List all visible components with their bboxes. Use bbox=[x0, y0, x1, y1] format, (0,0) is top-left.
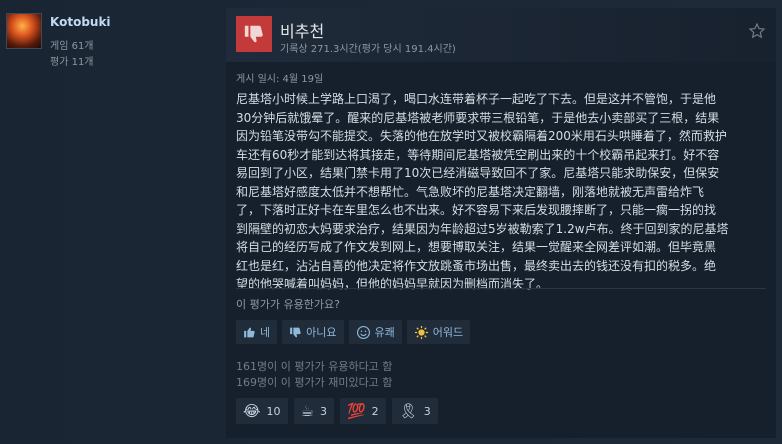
review-line: 到隔壁的初恋大妈要求治疗，结果因为年龄超过5岁被勒索了1.2w卢布。终于回到家的… bbox=[236, 221, 729, 236]
review-line: 易回到了小区，结果门禁卡用了10次已经消磁导致回不了家。尼基塔只能求助保安，但保… bbox=[236, 166, 720, 180]
review-line: 因为铅笔没带勾不能提交。失落的他在放学时又被校霸隔着200米用石头哄睡着了，然而… bbox=[236, 129, 727, 143]
author-reviews-count[interactable]: 평가 11개 bbox=[50, 53, 94, 68]
funny-count: 169명이 이 평가가 재미있다고 함 bbox=[236, 376, 393, 389]
thumbs-down-icon[interactable] bbox=[236, 16, 272, 52]
review-panel: 비추천 기록상 271.3시간(평가 당시 191.4시간) 게시 일시: 4월… bbox=[226, 8, 776, 438]
vote-funny-button[interactable]: 유쾌 bbox=[348, 320, 402, 344]
award-icon bbox=[414, 325, 428, 339]
review-line: 将自己的经历写成了作文发到网上，想要博取关注，结果一觉醒来全网差评如潮。但毕竟黑 bbox=[236, 240, 717, 254]
award-count: 3 bbox=[319, 404, 327, 418]
helpful-count: 161명이 이 평가가 유용하다고 함 bbox=[236, 360, 393, 373]
review-line: 望的他哭喊着叫妈妈，但他的妈妈早就因为删档而消失了。 bbox=[236, 277, 549, 291]
posted-date: 게시 일시: 4월 19일 bbox=[236, 74, 324, 85]
vote-yes-button[interactable]: 네 bbox=[236, 320, 278, 344]
vote-yes-label: 네 bbox=[260, 326, 271, 339]
vote-no-button[interactable]: 아니요 bbox=[282, 320, 344, 344]
divider bbox=[236, 288, 766, 289]
review-line: 红也是红，沾沾自喜的他决定将作文放跳蚤市场出售，最终卖出去的钱还没有扣的税多。绝 bbox=[236, 258, 717, 273]
award-count: 10 bbox=[266, 404, 281, 418]
review-line: 30分钟后就饿晕了。醒来的尼基塔被老师要求带三根铅笔，于是他去小卖部买了三根，结… bbox=[236, 110, 720, 125]
awards-list: 😂 10 ☕ 3 💯 2 🎗 3 bbox=[236, 398, 438, 424]
thumbs-up-icon bbox=[244, 327, 255, 337]
review-header: 비추천 기록상 271.3시간(평가 당시 191.4시간) bbox=[226, 8, 776, 62]
thumbs-down-icon bbox=[290, 327, 301, 337]
review-line: 了，下落时正好卡在车里怎么也不出来。好不容易下来后发现腰摔断了，只能一瘸一拐的找 bbox=[236, 203, 717, 217]
playtime: 기록상 271.3시간(평가 당시 191.4시간) bbox=[280, 44, 456, 55]
avatar[interactable] bbox=[6, 13, 42, 49]
award-badge[interactable]: ☕ 3 bbox=[293, 398, 334, 424]
award-label: 어워드 bbox=[432, 326, 464, 339]
ribbon-medal-icon: 🎗 bbox=[398, 401, 418, 420]
hundred-points-icon: 💯 bbox=[346, 401, 366, 420]
review-verdict[interactable]: 비추천 bbox=[280, 18, 324, 42]
smiley-icon bbox=[356, 325, 370, 339]
helpful-question: 이 평가가 유용한가요? bbox=[236, 298, 340, 311]
review-page: Kotobuki 게임 61개 평가 11개 비추천 기록상 271.3시간(평… bbox=[0, 0, 782, 444]
review-line: 和尼基塔好感度太低并不想帮忙。气急败坏的尼基塔决定翻墙，刚落地就被无声雷给炸飞 bbox=[236, 184, 705, 199]
review-line: 车还有60秒才能到达将其接走，等待期间尼基塔被凭空刷出来的十个校霸吊起来打。好不… bbox=[236, 147, 720, 162]
vote-buttons: 네 아니요 유쾌 어워드 bbox=[236, 320, 471, 344]
review-body: 尼基塔小时候上学路上口渴了，喝口水连带着杯子一起吃了下去。但是这并不管饱，于是他… bbox=[236, 90, 760, 294]
award-badge[interactable]: 😂 10 bbox=[236, 398, 288, 424]
award-count: 3 bbox=[423, 404, 431, 418]
cake-cup-icon: ☕ bbox=[300, 401, 314, 420]
review-line: 尼基塔小时候上学路上口渴了，喝口水连带着杯子一起吃了下去。但是这并不管饱，于是他 bbox=[236, 92, 717, 106]
laughing-face-icon: 😂 bbox=[243, 401, 261, 420]
thumbs-down-glyph bbox=[244, 25, 263, 43]
vote-funny-label: 유쾌 bbox=[374, 326, 395, 339]
award-count: 2 bbox=[371, 404, 379, 418]
award-button[interactable]: 어워드 bbox=[406, 320, 471, 344]
award-badge[interactable]: 💯 2 bbox=[339, 398, 386, 424]
author-games-count[interactable]: 게임 61개 bbox=[50, 37, 94, 52]
award-badge[interactable]: 🎗 3 bbox=[391, 398, 438, 424]
vote-no-label: 아니요 bbox=[306, 326, 337, 339]
author-name[interactable]: Kotobuki bbox=[50, 15, 111, 29]
star-icon[interactable] bbox=[748, 22, 766, 40]
